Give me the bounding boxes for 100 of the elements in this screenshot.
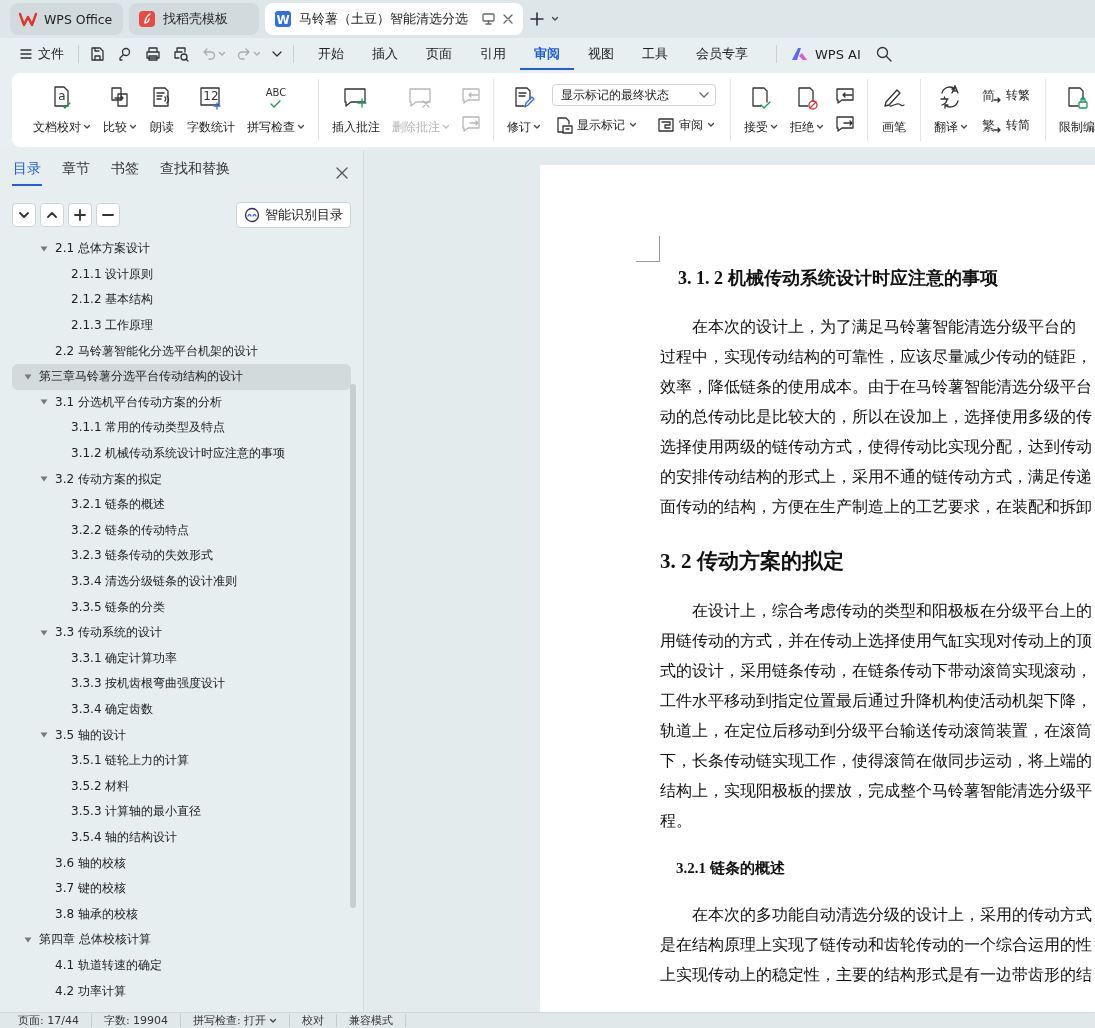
toc-item[interactable]: 3.2.1 链条的概述 (12, 491, 351, 518)
toolbar-button[interactable]: ABC 拼写检查 (242, 80, 310, 140)
ribbon-tab[interactable]: 工具 (628, 38, 682, 70)
toolbar-button[interactable]: 显示标记 (552, 114, 640, 136)
display-mode-select[interactable]: 显示标记的最终状态 (552, 84, 716, 106)
toolbar-button[interactable]: 朗读 (144, 80, 180, 140)
toc-item[interactable]: 3.3.3 按机齿根弯曲强度设计 (12, 671, 351, 697)
toc-item[interactable]: 第三章马铃薯分选平台传动结构的设计 (12, 363, 351, 390)
caret-icon (218, 50, 226, 58)
toc-item[interactable]: 3.1.1 常用的传动类型及特点 (12, 415, 351, 441)
ribbon-tab[interactable]: 开始 (304, 38, 358, 70)
ribbon-tab[interactable]: 会员专享 (682, 38, 762, 70)
toolbar-button[interactable]: 限制编 (1054, 80, 1095, 140)
collapse-up-button[interactable] (40, 203, 64, 227)
toc-item[interactable]: 3.2.3 链条传动的失效形式 (12, 543, 351, 569)
status-item[interactable]: 校对 (290, 1014, 338, 1027)
toc-item[interactable]: 2.1 总体方案设计 (12, 236, 351, 262)
previous-comment-icon[interactable] (835, 86, 855, 106)
next-comment-icon[interactable] (835, 114, 855, 134)
toolbar-button[interactable]: 修订 (502, 80, 546, 140)
search-icon[interactable] (874, 45, 893, 63)
show-markup-icon (555, 116, 573, 134)
printer-icon[interactable] (145, 46, 161, 62)
review-pane-icon (657, 116, 675, 134)
browser-tab[interactable]: 找稻壳模板 (129, 3, 259, 35)
toc-item[interactable]: 2.1.2 基本结构 (12, 287, 351, 313)
toc-item[interactable]: 2.1.3 工作原理 (12, 312, 351, 339)
ribbon-tab[interactable]: 引用 (466, 38, 520, 70)
toc-item[interactable]: 3.7 键的校核 (12, 875, 351, 902)
toolbar-button[interactable]: 审阅 (654, 114, 718, 136)
close-icon[interactable] (502, 13, 514, 25)
ribbon-tab[interactable]: 视图 (574, 38, 628, 70)
toolbar-button[interactable]: 插入批注 (327, 80, 385, 140)
toolbar-button[interactable]: 繁 转简 (979, 114, 1033, 136)
toc-item[interactable]: 2.2 马铃薯智能化分选平台机架的设计 (12, 338, 351, 364)
toc-item[interactable]: 3.3 传动系统的设计 (12, 619, 351, 646)
toc-item[interactable]: 3.3.4 确定齿数 (12, 696, 351, 723)
toc-item[interactable]: 3.3.5 链条的分类 (12, 594, 351, 620)
toc-item[interactable]: 3.5.2 材料 (12, 773, 351, 800)
logo-icon (138, 10, 156, 28)
subsection-heading: 3. 1. 2 机械传动系统设计时应注意的事项 (678, 267, 998, 290)
panel-tab[interactable]: 目录 (12, 160, 42, 186)
smart-icon (244, 207, 260, 223)
ribbon-tab[interactable]: 审阅 (520, 38, 574, 70)
ribbon-tab[interactable]: 插入 (358, 38, 412, 70)
toc-item[interactable]: 第四章 总体校核计算 (12, 927, 351, 953)
toc-item[interactable]: 4.2 功率计算 (12, 978, 351, 1004)
toc-item[interactable]: 3.8 轴承的校核 (12, 901, 351, 928)
panel-tab[interactable]: 章节 (61, 160, 91, 186)
toc-item[interactable]: 3.1.2 机械传动系统设计时应注意的事项 (12, 440, 351, 467)
toolbar-button[interactable]: 拒绝 (785, 80, 829, 140)
toolbar-button[interactable]: 比较 (98, 80, 142, 140)
caret-icon (253, 50, 261, 58)
toc-item[interactable]: 3.6 轴的校核 (12, 850, 351, 876)
collapse-down-button[interactable] (12, 203, 36, 227)
toc-item[interactable]: 3.2.2 链条的传动特点 (12, 517, 351, 544)
toc-item[interactable]: 3.5.4 轴的结构设计 (12, 824, 351, 851)
toc-item[interactable]: 3.2 传动方案的拟定 (12, 466, 351, 492)
toc-item[interactable]: 3.3.1 确定计算功率 (12, 645, 351, 672)
smart-toc-button[interactable]: 智能识别目录 (236, 202, 351, 228)
margin-corner-mark (636, 236, 660, 262)
subsubsection-heading: 3.2.1 链条的概述 (676, 859, 785, 878)
toolbar-button[interactable]: 12 字数统计 (182, 80, 240, 140)
status-item[interactable]: 拼写检查: 打开 (181, 1014, 291, 1027)
print-preview-icon[interactable] (173, 46, 189, 62)
chevron-down-icon (699, 90, 709, 100)
browser-tab[interactable]: W 马铃薯（土豆）智能清选分选 (265, 3, 523, 35)
toc-item[interactable]: 4.1 轨道转速的确定 (12, 952, 351, 979)
new-tab-icon[interactable] (529, 11, 545, 27)
file-menu-button[interactable]: 文件 (16, 42, 68, 66)
logo-icon (19, 11, 37, 27)
toc-item[interactable]: 3.1 分选机平台传动方案的分析 (12, 389, 351, 416)
status-item[interactable]: 兼容模式 (337, 1014, 407, 1027)
document-icon: W (274, 10, 292, 28)
save-icon[interactable] (89, 46, 105, 62)
toolbar-button[interactable]: 简 转繁 (979, 84, 1033, 106)
toc-item[interactable]: 3.5.1 链轮上力的计算 (12, 747, 351, 774)
panel-tab[interactable]: 查找和替换 (159, 160, 231, 186)
close-icon[interactable] (335, 166, 349, 180)
toc-item[interactable]: 3.3.4 清选分级链条的设计准则 (12, 568, 351, 595)
toolbar-button[interactable]: 接受 (739, 80, 783, 140)
menu-icon (20, 48, 32, 60)
monitor-icon (482, 13, 495, 25)
toolbar-button[interactable]: 画笔 (876, 80, 912, 140)
status-item[interactable]: 字数: 19904 (91, 1014, 182, 1027)
toolbar-button[interactable]: 翻译 (929, 80, 973, 140)
toolbar-button[interactable]: a 文档校对 (28, 80, 96, 140)
plus-button[interactable] (68, 203, 92, 227)
ai-logo-icon (791, 47, 809, 61)
section-heading: 3. 2 传动方案的拟定 (660, 548, 844, 575)
ribbon-tab[interactable]: 页面 (412, 38, 466, 70)
body-paragraph: 在本次的多功能自动清选分级的设计上，采用的传动方式 是在结构原理上实现了链传动和齿轮传动的一个综合运用的性 上实现传动上的稳定性，主要的结构形式是有一边带齿形的结 (660, 904, 1093, 986)
toc-item[interactable]: 3.5.3 计算轴的最小直径 (12, 799, 351, 825)
status-item[interactable]: 页面: 17/44 (6, 1014, 92, 1027)
browser-tab[interactable]: WPS Office (10, 3, 123, 35)
minus-button[interactable] (96, 203, 120, 227)
toc-item[interactable]: 2.1.1 设计原则 (12, 261, 351, 288)
panel-tab[interactable]: 书签 (110, 160, 140, 186)
toc-item[interactable]: 3.5 轴的设计 (12, 722, 351, 748)
wps-ai-button[interactable]: WPS AI (787, 43, 865, 65)
